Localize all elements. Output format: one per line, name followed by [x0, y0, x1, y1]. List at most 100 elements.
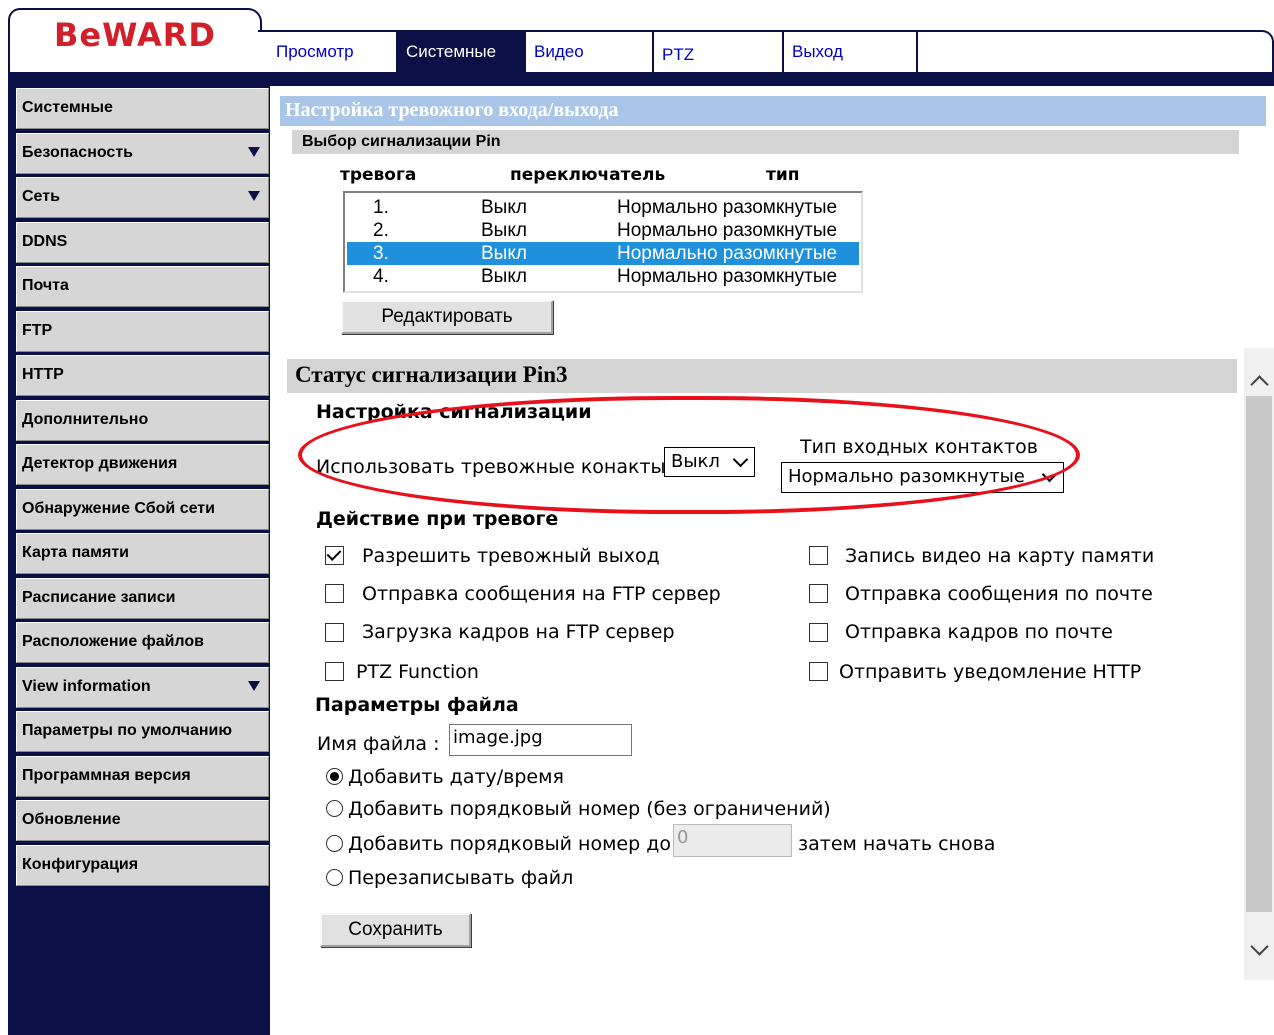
pin-select-title: Выбор сигнализации Pin [292, 130, 1239, 154]
filename-label: Имя файла : [317, 733, 440, 755]
mail-frames-label: Отправка кадров по почте [845, 621, 1113, 643]
add-sequence-limit-label: Добавить порядковый номер до [348, 833, 671, 855]
ptz-function-checkbox[interactable] [325, 662, 344, 681]
sequence-limit-input[interactable]: 0 [673, 824, 792, 857]
pin-type: Нормально разомкнутые [617, 266, 838, 287]
sidebar-item-label: FTP [22, 322, 53, 339]
add-datetime-label: Добавить дату/время [348, 766, 564, 788]
sidebar-item-record-schedule[interactable]: Расписание записи [16, 578, 269, 619]
column-header-alarm: тревога [340, 165, 417, 185]
edit-button[interactable]: Редактировать [341, 300, 553, 334]
tab-view[interactable]: Просмотр [268, 32, 398, 72]
list-item[interactable]: 4. Выкл Нормально разомкнутые [347, 265, 859, 288]
column-header-type: тип [766, 165, 800, 185]
alarm-pin-list[interactable]: 1. Выкл Нормально разомкнутые 2. Выкл Но… [343, 191, 863, 293]
tab-ptz[interactable]: PTZ [654, 32, 784, 72]
sidebar-item-security[interactable]: Безопасность [16, 133, 269, 174]
ftp-message-checkbox[interactable] [325, 584, 344, 603]
dropdown-arrow-icon [248, 147, 260, 157]
pin-type: Нормально разомкнутые [617, 220, 838, 241]
pin-switch: Выкл [481, 220, 527, 241]
status-title: Статус сигнализации Pin3 [287, 359, 1237, 393]
pin-type: Нормально разомкнутые [617, 197, 838, 218]
add-sequence-unlimited-label: Добавить порядковый номер (без ограничен… [348, 798, 831, 820]
ftp-upload-label: Загрузка кадров на FTP сервер [362, 621, 675, 643]
sidebar-item-configuration[interactable]: Конфигурация [16, 845, 269, 886]
allow-alarm-output-checkbox[interactable] [325, 546, 344, 565]
dropdown-arrow-icon [248, 681, 260, 691]
sidebar-item-memory-card[interactable]: Карта памяти [16, 533, 269, 574]
actions-title: Действие при тревоге [316, 508, 559, 530]
list-item[interactable]: 1. Выкл Нормально разомкнутые [347, 196, 859, 219]
radio-selected-dot [330, 772, 339, 781]
sidebar-item-network[interactable]: Сеть [16, 177, 269, 218]
sidebar-item-label: DDNS [22, 233, 68, 250]
sidebar-item-label: Обнаружение Сбой сети [22, 500, 215, 517]
sidebar-item-advanced[interactable]: Дополнительно [16, 400, 269, 441]
ftp-upload-checkbox[interactable] [325, 623, 344, 642]
http-notify-checkbox[interactable] [809, 662, 828, 681]
sidebar-item-label: Расположение файлов [22, 633, 204, 650]
pin-switch: Выкл [481, 266, 527, 287]
pin-switch: Выкл [481, 197, 527, 218]
logo-tab: BeWARD [8, 8, 262, 76]
http-notify-label: Отправить уведомление HTTP [839, 661, 1142, 683]
sidebar-item-motion-detector[interactable]: Детектор движения [16, 444, 269, 485]
tab-system[interactable]: Системные [398, 32, 526, 72]
highlight-oval [298, 396, 1080, 514]
list-item[interactable]: 2. Выкл Нормально разомкнутые [347, 219, 859, 242]
sidebar-item-network-failure[interactable]: Обнаружение Сбой сети [16, 489, 269, 530]
sidebar-item-label: Параметры по умолчанию [22, 722, 232, 739]
sidebar-item-label: Программная версия [22, 767, 191, 784]
radio-add-sequence-limit[interactable] [326, 835, 343, 852]
file-params-title: Параметры файла [315, 694, 519, 716]
sidebar-item-http[interactable]: HTTP [16, 355, 269, 396]
restart-label: затем начать снова [798, 833, 996, 855]
header-divider [8, 72, 1274, 86]
mail-message-label: Отправка сообщения по почте [845, 583, 1153, 605]
pin-switch: Выкл [481, 243, 527, 264]
sidebar-item-label: Обновление [22, 811, 121, 828]
radio-add-sequence-unlimited[interactable] [326, 800, 343, 817]
pin-number: 4. [373, 266, 389, 287]
sidebar-item-system[interactable]: Системные [16, 88, 269, 129]
pin-type: Нормально разомкнутые [617, 243, 838, 264]
sidebar-item-label: Системные [22, 99, 113, 116]
sidebar-item-firmware-version[interactable]: Программная версия [16, 756, 269, 797]
column-header-switch: переключатель [510, 165, 666, 185]
sidebar-item-label: Детектор движения [22, 455, 178, 472]
sidebar-item-label: Дополнительно [22, 411, 149, 428]
sidebar-item-label: HTTP [22, 366, 64, 383]
radio-overwrite[interactable] [326, 869, 343, 886]
list-item-selected[interactable]: 3. Выкл Нормально разомкнутые [347, 242, 859, 265]
filename-input[interactable]: image.jpg [449, 724, 632, 756]
sidebar-item-label: Конфигурация [22, 856, 139, 873]
page-title: Настройка тревожного входа/выхода [280, 96, 1266, 126]
sidebar-item-label: Почта [22, 277, 69, 294]
sidebar-item-ftp[interactable]: FTP [16, 311, 269, 352]
save-button[interactable]: Сохранить [320, 913, 471, 947]
ftp-message-label: Отправка сообщения на FTP сервер [362, 583, 721, 605]
ptz-function-label: PTZ Function [356, 661, 479, 683]
sidebar-item-defaults[interactable]: Параметры по умолчанию [16, 711, 269, 752]
mail-frames-checkbox[interactable] [809, 623, 828, 642]
sidebar-item-ddns[interactable]: DDNS [16, 222, 269, 263]
sidebar-item-update[interactable]: Обновление [16, 800, 269, 841]
beward-logo: BeWARD [54, 16, 216, 54]
overwrite-label: Перезаписывать файл [348, 867, 574, 889]
dropdown-arrow-icon [248, 191, 260, 201]
sidebar-item-view-information[interactable]: View information [16, 667, 269, 708]
tab-exit[interactable]: Выход [784, 32, 918, 72]
allow-alarm-output-label: Разрешить тревожный выход [362, 545, 660, 567]
record-to-card-checkbox[interactable] [809, 546, 828, 565]
sidebar-item-file-location[interactable]: Расположение файлов [16, 622, 269, 663]
record-to-card-label: Запись видео на карту памяти [845, 545, 1155, 567]
sidebar-item-label: Карта памяти [22, 544, 130, 561]
check-icon [326, 546, 342, 561]
sidebar-item-mail[interactable]: Почта [16, 266, 269, 307]
scrollbar-thumb[interactable] [1246, 396, 1272, 912]
tab-video[interactable]: Видео [526, 32, 654, 72]
sidebar: Системные Безопасность Сеть DDNS Почта F… [8, 86, 270, 1035]
mail-message-checkbox[interactable] [809, 584, 828, 603]
radio-add-datetime[interactable] [326, 768, 343, 785]
